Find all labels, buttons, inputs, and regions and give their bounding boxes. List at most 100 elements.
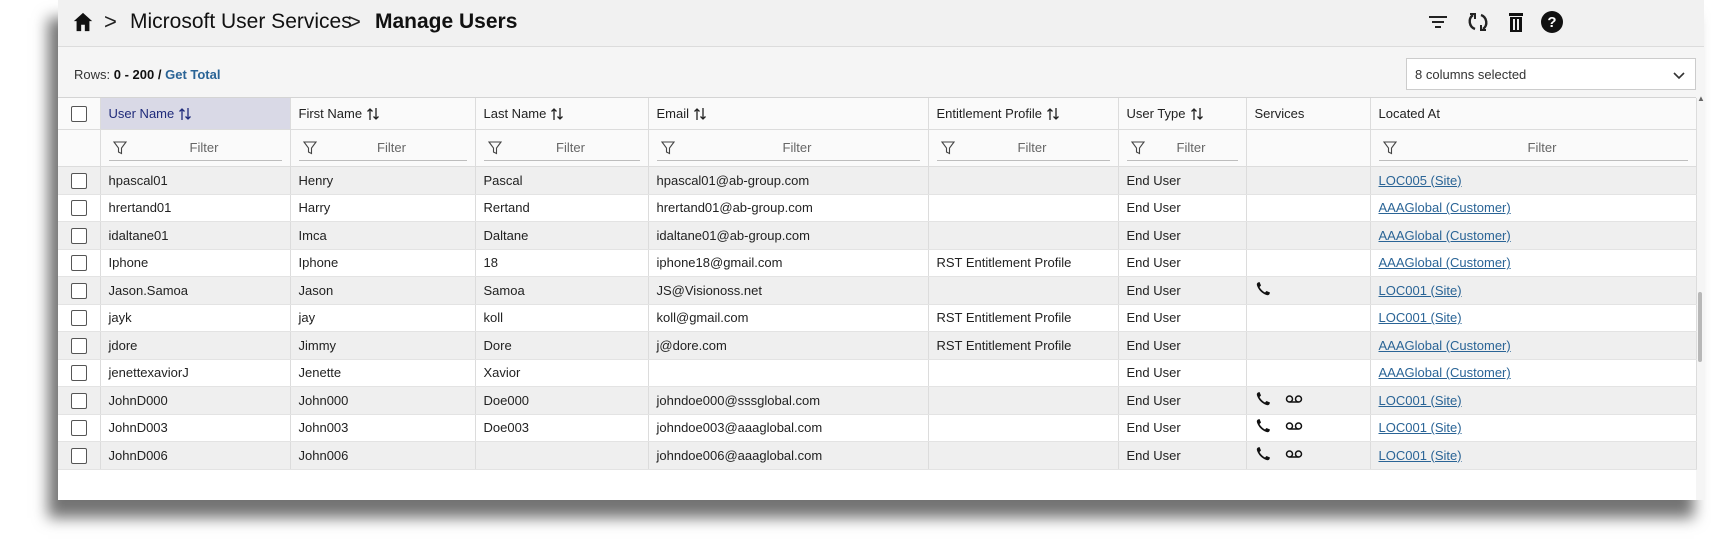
table-row[interactable]: hrertand01 Harry Rertand hrertand01@ab-grou… — [58, 194, 1697, 222]
cell-email — [648, 359, 929, 387]
funnel-icon — [112, 140, 127, 154]
column-header-location: Located At — [1370, 98, 1697, 130]
cell-first: Harry — [290, 194, 476, 222]
manage-users-panel: > Microsoft User Services > Manage Users… — [58, 0, 1704, 500]
scroll-up-arrow[interactable]: ▲ — [1697, 94, 1704, 103]
cell-last: Doe000 — [475, 386, 649, 415]
column-header-username[interactable]: User Name — [100, 98, 291, 130]
row-checkbox[interactable] — [70, 310, 87, 327]
row-checkbox[interactable] — [70, 447, 87, 464]
services-icons — [1255, 391, 1303, 407]
table-row[interactable]: JohnD000 John000 Doe000 johndoe000@sssgloba… — [58, 386, 1697, 415]
breadcrumb-separator: > — [348, 9, 361, 34]
cell-profile — [928, 359, 1119, 387]
sort-icon[interactable] — [550, 107, 564, 121]
filter-cell-username: Filter — [100, 129, 291, 167]
table-row[interactable]: JohnD006 John006 johndoe006@aaaglobal.com E… — [58, 441, 1697, 470]
cell-first: Jimmy — [290, 331, 476, 360]
help-icon[interactable]: ? — [1540, 10, 1564, 34]
location-link[interactable]: AAAGlobal (Customer) — [1379, 338, 1511, 353]
table-row[interactable]: jdore Jimmy Dore j@dore.com RST Entitlement … — [58, 331, 1697, 360]
table-row[interactable]: Iphone Iphone 18 iphone18@gmail.com RST Enti… — [58, 249, 1697, 277]
column-header-first[interactable]: First Name — [290, 98, 476, 130]
filter-input-profile[interactable]: Filter — [936, 136, 1110, 161]
location-link[interactable]: LOC001 (Site) — [1379, 420, 1462, 435]
column-header-label: Located At — [1378, 106, 1440, 121]
voicemail-icon — [1285, 422, 1302, 430]
location-link[interactable]: AAAGlobal (Customer) — [1379, 200, 1511, 215]
cell-type: End User — [1118, 386, 1247, 415]
column-header-profile[interactable]: Entitlement Profile — [928, 98, 1119, 130]
users-grid: User Name First Name Last Name Email Entitle… — [58, 97, 1697, 500]
column-header-label: Entitlement Profile — [936, 105, 1043, 121]
filter-input-last[interactable]: Filter — [483, 136, 640, 161]
sort-icon[interactable] — [1190, 107, 1204, 121]
funnel-icon — [940, 140, 955, 154]
cell-type: End User — [1118, 276, 1247, 305]
trash-icon[interactable] — [1504, 10, 1528, 34]
filter-lines-icon[interactable] — [1426, 10, 1450, 34]
row-checkbox[interactable] — [70, 365, 87, 382]
filter-input-location[interactable]: Filter — [1378, 136, 1688, 161]
filter-input-first[interactable]: Filter — [298, 136, 467, 161]
row-checkbox[interactable] — [70, 392, 87, 409]
filter-placeholder: Filter — [1176, 140, 1206, 155]
location-link[interactable]: LOC001 (Site) — [1379, 448, 1462, 463]
location-link[interactable]: LOC001 (Site) — [1379, 310, 1462, 325]
table-row[interactable]: idaltane01 Imca Daltane idaltane01@ab-group… — [58, 221, 1697, 250]
sort-icon[interactable] — [366, 107, 380, 121]
table-row[interactable]: jayk jay koll koll@gmail.com RST Entitlement… — [58, 304, 1697, 332]
filter-input-username[interactable]: Filter — [108, 136, 282, 161]
sort-icon[interactable] — [693, 107, 707, 121]
location-link[interactable]: LOC001 (Site) — [1379, 393, 1462, 408]
location-link[interactable]: LOC001 (Site) — [1379, 283, 1462, 298]
row-checkbox[interactable] — [70, 282, 87, 299]
home-icon[interactable] — [72, 11, 94, 33]
refresh-icon[interactable] — [1466, 10, 1490, 34]
row-select-cell — [58, 166, 101, 195]
sort-icon[interactable] — [178, 107, 192, 121]
row-checkbox[interactable] — [70, 172, 87, 189]
row-checkbox[interactable] — [70, 227, 87, 244]
cell-services — [1246, 331, 1371, 360]
cell-username: jayk — [100, 304, 291, 332]
filter-cell-last: Filter — [475, 129, 649, 167]
row-checkbox[interactable] — [70, 420, 87, 437]
table-row[interactable]: jenettexaviorJ Jenette Xavior End User AAAGl… — [58, 359, 1697, 387]
table-row[interactable]: JohnD003 John003 Doe003 johndoe003@aaagloba… — [58, 414, 1697, 442]
filter-input-type[interactable]: Filter — [1126, 136, 1238, 161]
column-header-email[interactable]: Email — [648, 98, 929, 130]
column-selector-dropdown[interactable]: 8 columns selected — [1406, 58, 1696, 90]
cell-profile — [928, 221, 1119, 250]
vertical-scrollbar[interactable] — [1698, 292, 1702, 362]
cell-profile: RST Entitlement Profile — [928, 304, 1119, 332]
sort-icon[interactable] — [1046, 107, 1060, 121]
column-header-label: Last Name — [483, 105, 547, 121]
location-link[interactable]: AAAGlobal (Customer) — [1379, 365, 1511, 380]
cell-email: idaltane01@ab-group.com — [648, 221, 929, 250]
column-header-label: User Name — [108, 105, 175, 121]
cell-services — [1246, 166, 1371, 195]
get-total-link[interactable]: Get Total — [165, 67, 220, 82]
row-checkbox[interactable] — [70, 255, 87, 272]
column-header-services: Services — [1246, 98, 1371, 130]
filter-input-email[interactable]: Filter — [656, 136, 920, 161]
row-checkbox[interactable] — [70, 337, 87, 354]
location-link[interactable]: AAAGlobal (Customer) — [1379, 228, 1511, 243]
breadcrumb-parent[interactable]: Microsoft User Services — [130, 10, 352, 34]
location-link[interactable]: AAAGlobal (Customer) — [1379, 255, 1511, 270]
funnel-icon — [660, 140, 675, 154]
cell-profile: RST Entitlement Profile — [928, 249, 1119, 277]
location-link[interactable]: LOC005 (Site) — [1379, 173, 1462, 188]
table-row[interactable]: Jason.Samoa Jason Samoa JS@Visionoss.net End… — [58, 276, 1697, 305]
table-row[interactable]: hpascal01 Henry Pascal hpascal01@ab-group.c… — [58, 166, 1697, 195]
column-header-type[interactable]: User Type — [1118, 98, 1247, 130]
column-header-last[interactable]: Last Name — [475, 98, 649, 130]
funnel-icon — [1130, 140, 1145, 154]
filter-placeholder: Filter — [782, 140, 812, 155]
row-checkbox[interactable] — [70, 200, 87, 217]
table-body: hpascal01 Henry Pascal hpascal01@ab-group.c… — [58, 166, 1697, 470]
select-all-checkbox[interactable] — [70, 105, 87, 122]
cell-email: JS@Visionoss.net — [648, 276, 929, 305]
cell-location: LOC001 (Site) — [1370, 304, 1697, 332]
